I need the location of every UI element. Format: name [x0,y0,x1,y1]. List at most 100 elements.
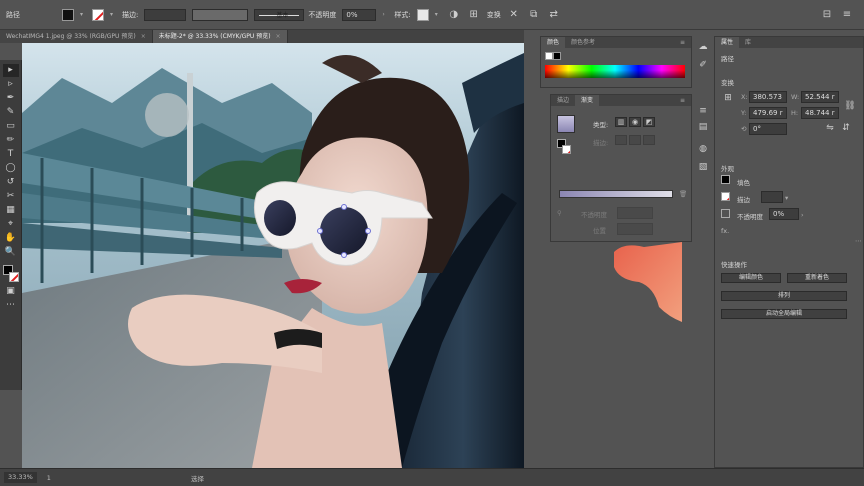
stroke-swatch[interactable] [92,8,104,21]
gradient-tool-icon[interactable]: ▦ [3,204,19,217]
artboard-number[interactable]: 1 [47,474,51,482]
pencil-tool-icon[interactable]: ✏ [3,134,19,147]
eyedropper-tool-icon[interactable]: ⌖ [3,218,19,231]
tab-untitled-2[interactable]: 未标题-2* @ 33.33% (CMYK/GPU 预览) × [152,30,288,43]
y-field[interactable]: 479.69 r [749,107,787,119]
x-field[interactable]: 380.573 [749,91,787,103]
fill-swatch[interactable] [62,8,74,21]
close-icon[interactable]: × [276,33,281,40]
transform-label[interactable]: 变换 [487,10,501,20]
color-none-swatch[interactable] [545,52,553,60]
scissors-tool-icon[interactable]: ✂ [3,190,19,203]
appearance-panel-icon[interactable]: ▧ [696,160,710,174]
appearance-opacity-field[interactable]: 0% [769,208,799,220]
delete-stop-icon[interactable]: 🗑 [679,190,687,198]
panel-menu-icon[interactable]: ⊟ [820,8,834,22]
rotate-tool-icon[interactable]: ↺ [3,176,19,189]
fill-dropdown-icon[interactable]: ▾ [80,11,86,19]
linear-gradient-button[interactable]: ▥ [615,117,627,127]
artboard-canvas[interactable] [22,43,524,468]
stroke-indicator[interactable] [8,272,19,282]
stroke-within-button[interactable] [615,135,627,145]
variable-width-field[interactable] [192,8,249,21]
color-black-swatch[interactable] [553,52,561,60]
panel-options-icon[interactable]: ≡ [840,8,854,22]
radial-gradient-button[interactable]: ◉ [629,117,641,127]
angle-field[interactable]: 0° [749,123,787,135]
screen-mode-icon[interactable]: ▣ [3,285,19,298]
appearance-fill-swatch[interactable] [721,175,730,184]
style-swatch[interactable] [416,8,429,21]
gradient-stroke-indicator[interactable] [562,145,571,154]
constrain-proportions-icon[interactable]: ⛓ [843,99,857,113]
style-dropdown-icon[interactable]: ▾ [435,11,441,19]
more-options-icon[interactable]: ⋯ [855,237,862,245]
rectangle-tool-icon[interactable]: ▭ [3,120,19,133]
recolor-icon[interactable]: ◑ [447,8,461,22]
fill-stroke-widget[interactable] [2,264,20,284]
zoom-tool-icon[interactable]: 🔍 [3,246,19,259]
gradient-location-field[interactable] [617,223,653,235]
panel-menu-icon[interactable]: ≡ [674,95,691,106]
stroke-along-button[interactable] [629,135,641,145]
type-tool-icon[interactable]: T [3,148,19,161]
stroke-panel-icon[interactable]: ≡ [696,104,710,118]
tab-libraries[interactable]: 库 [739,37,757,48]
opacity-chevron-icon[interactable]: › [801,211,804,219]
stroke-dropdown-icon[interactable]: ▾ [110,11,116,19]
color-spectrum[interactable] [545,65,685,78]
libraries-icon[interactable]: ☁ [696,40,710,54]
stroke-label: 描边 [737,196,750,204]
selection-tool-icon[interactable]: ▸ [2,64,19,77]
tab-stroke[interactable]: 描边 [551,95,575,106]
crop-icon[interactable]: ⧉ [527,8,541,22]
eyedropper-icon[interactable]: ⚲ [557,209,562,217]
tab-gradient[interactable]: 渐变 [575,95,600,106]
curvature-tool-icon[interactable]: ✎ [3,106,19,119]
height-field[interactable]: 48.744 r [801,107,839,119]
gradient-opacity-field[interactable] [617,207,653,219]
appearance-stroke-swatch[interactable] [721,192,730,201]
opacity-chevron-icon[interactable]: › [382,11,388,19]
close-icon[interactable]: × [141,33,146,40]
flip-vertical-icon[interactable]: ⇵ [839,121,853,135]
gradient-artwork-shape[interactable] [614,242,684,342]
stroke-weight-dropdown-icon[interactable]: ▾ [785,194,788,202]
opacity-field[interactable]: 0% [342,8,377,21]
stroke-weight-field[interactable] [144,8,187,21]
gradient-stroke-label: 描边: [593,139,609,147]
gradient-slider[interactable] [559,190,673,198]
transparency-panel-icon[interactable]: ◍ [696,142,710,156]
arrange-icon[interactable]: ⇄ [547,8,561,22]
arrange-button[interactable]: 排列 [721,291,847,301]
pen-tool-icon[interactable]: ✒ [3,92,19,105]
recolor-button[interactable]: 重新着色 [787,273,847,283]
gradient-panel-icon[interactable]: ▤ [696,120,710,134]
tab-color[interactable]: 颜色 [541,37,566,48]
tab-wechat-image[interactable]: WechatIMG4 1.jpeg @ 33% (RGB/GPU 预览) × [0,30,153,43]
zoom-level[interactable]: 33.33% [4,472,37,483]
align-icon[interactable]: ⊞ [467,8,481,22]
right-dock: 颜色 颜色参考 ≡ 描边 渐变 ≡ 类型: ▥ ◉ ◩ 描边: 🗑 ⚲ 不透明度 [524,30,864,468]
hand-tool-icon[interactable]: ✋ [3,232,19,245]
tab-color-guide[interactable]: 颜色参考 [565,37,601,48]
more-tools-icon[interactable]: ⋯ [3,299,19,312]
effects-fx-button[interactable]: fx. [721,227,729,235]
isolate-icon[interactable]: ✕ [507,8,521,22]
panel-menu-icon[interactable]: ≡ [674,37,691,48]
brushes-icon[interactable]: ✐ [696,58,710,72]
selection-type-label: 路径 [721,55,734,63]
start-global-edit-button[interactable]: 启动全局编辑 [721,309,847,319]
width-field[interactable]: 52.544 r [801,91,839,103]
tab-properties[interactable]: 属性 [715,37,740,48]
reference-point-icon[interactable]: ⊞ [721,91,735,105]
direct-selection-tool-icon[interactable]: ▹ [3,78,19,91]
edit-color-button[interactable]: 编辑颜色 [721,273,781,283]
flip-horizontal-icon[interactable]: ⇋ [823,121,837,135]
freeform-gradient-button[interactable]: ◩ [643,117,655,127]
stroke-across-button[interactable] [643,135,655,145]
gradient-preview-swatch[interactable] [557,115,575,133]
stroke-weight-stepper[interactable] [761,191,783,203]
current-tool-status: 选择 [190,474,204,483]
ellipse-tool-icon[interactable]: ◯ [3,162,19,175]
